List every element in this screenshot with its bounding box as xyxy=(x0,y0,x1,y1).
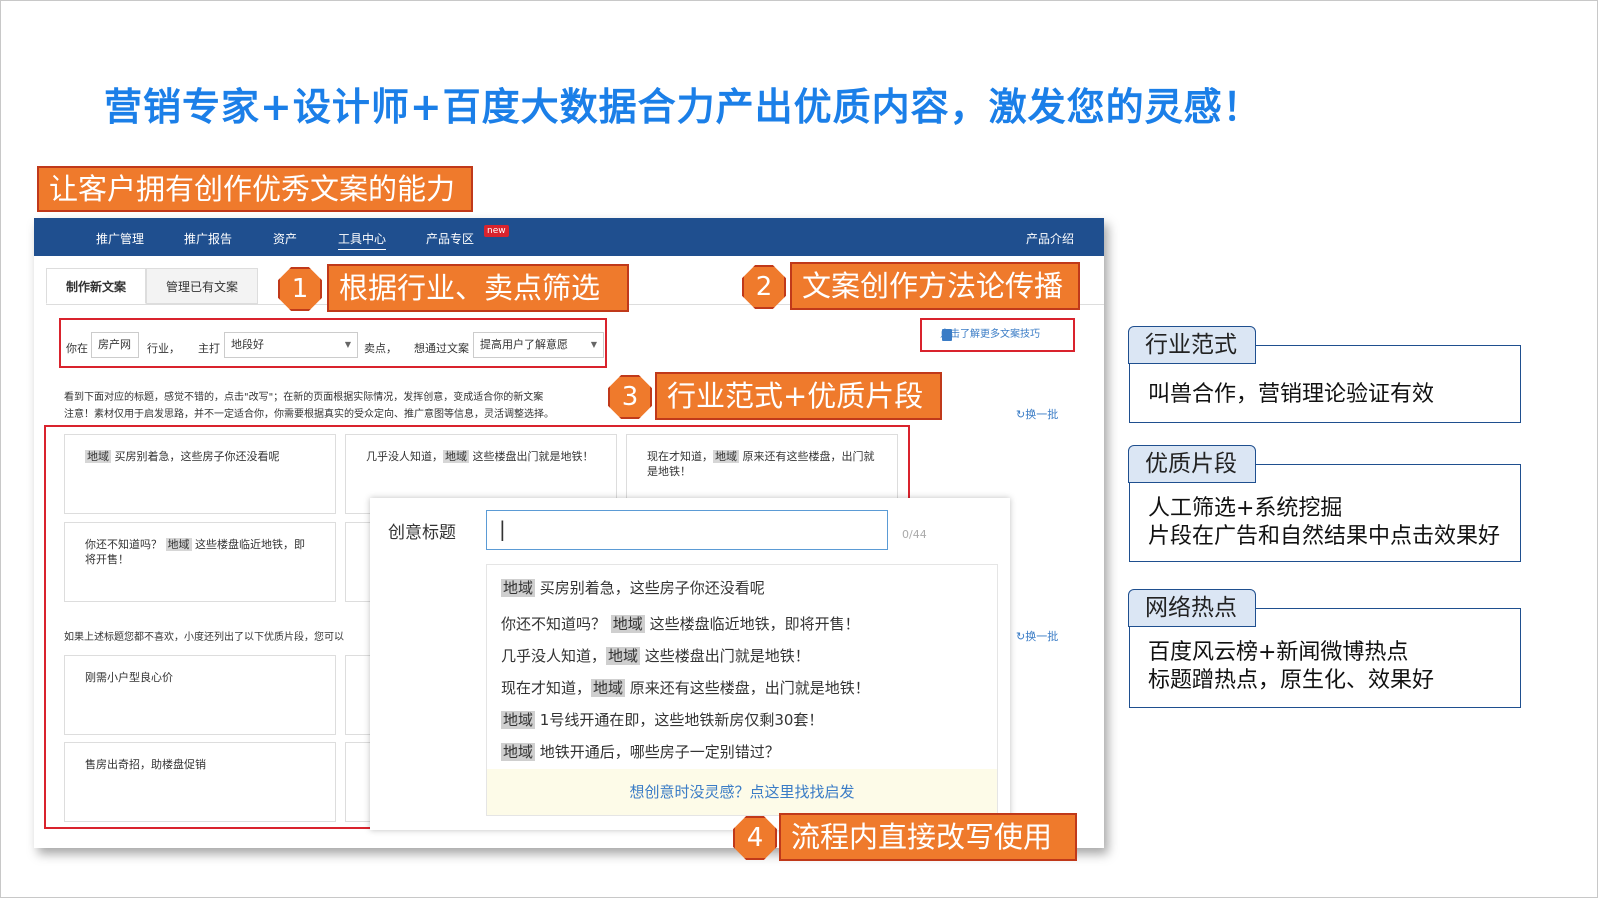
filter-prefix: 你在 xyxy=(66,342,88,355)
caret-down-icon: ▼ xyxy=(590,340,597,349)
nav-item-tools[interactable]: 工具中心 xyxy=(338,230,387,250)
card-pre: 现在才知道， xyxy=(647,450,713,463)
writing-tips-link[interactable]: 点击了解更多文案技巧 xyxy=(920,318,1075,352)
snippet-text: 刚需小户型良心价 xyxy=(85,671,173,684)
suggestion-item[interactable]: 你还不知道吗？ 地域 这些楼盘临近地铁，即将开售！ xyxy=(501,613,860,634)
snippet-card[interactable]: 售房出奇招，助楼盘促销 xyxy=(64,742,336,822)
filter-bar: 你在 房产网 行业， 主打 地段好 ▼ 卖点， 想通过文案 提高用户了解意愿 ▼ xyxy=(59,318,607,368)
book-icon xyxy=(942,329,952,341)
suggestion-item[interactable]: 现在才知道， 地域 原来还有这些楼盘，出门就是地铁！ xyxy=(501,677,870,698)
panel-title: 行业范式 xyxy=(1128,326,1256,364)
region-tag: 地域 xyxy=(443,450,469,463)
more-snippets-hint: 如果上述标题您都不喜欢，小度还列出了以下优质片段，您可以 xyxy=(64,632,344,643)
panel-hot-topics: 网络热点 百度风云榜+新闻微博热点 标题蹭热点，原生化、效果好 xyxy=(1128,589,1521,708)
slide-headline: 营销专家+设计师+百度大数据合力产出优质内容，激发您的灵感！ xyxy=(104,85,1262,129)
panel-line: 叫兽合作，营销理论验证有效 xyxy=(1148,382,1435,407)
panel-title: 优质片段 xyxy=(1128,445,1256,483)
refresh-label: 换一批 xyxy=(1025,408,1059,421)
caret-down-icon: ▼ xyxy=(344,340,351,349)
suggestion-list: 地域 买房别着急，这些房子你还没看呢 你还不知道吗？ 地域 这些楼盘临近地铁，即… xyxy=(486,564,998,816)
card-text: 这些楼盘出门就是地铁！ xyxy=(469,450,594,463)
snippet-card[interactable]: 刚需小户型良心价 xyxy=(64,655,336,735)
industry-suffix: 行业， xyxy=(147,342,180,355)
selling-label: 卖点， xyxy=(364,342,397,355)
region-tag: 地域 xyxy=(501,711,536,729)
refresh-icon: ↻ xyxy=(1016,630,1026,643)
hint-line-2: 注意！素材仅用于启发思路，并不一定适合你，你需要根据真实的受众定向、推广意图等信… xyxy=(64,409,554,420)
main-point-select[interactable]: 地段好 ▼ xyxy=(224,332,358,358)
suggestion-item[interactable]: 地域 地铁开通后，哪些房子一定别错过？ xyxy=(501,741,780,762)
new-badge: new xyxy=(484,225,509,237)
tab-create-new[interactable]: 制作新文案 xyxy=(46,268,146,304)
nav-item-assets[interactable]: 资产 xyxy=(273,230,297,247)
suggestion-item[interactable]: 地域 买房别着急，这些房子你还没看呢 xyxy=(501,577,765,598)
panel-title: 网络热点 xyxy=(1128,589,1256,627)
writing-tips-text: 点击了解更多文案技巧 xyxy=(940,329,1040,340)
creative-title-popup: 创意标题 | 0/44 地域 买房别着急，这些房子你还没看呢 你还不知道吗？ 地… xyxy=(370,498,1010,830)
nav-item-products[interactable]: 产品专区 xyxy=(426,230,474,247)
panel-industry-paradigm: 行业范式 叫兽合作，营销理论验证有效 xyxy=(1128,326,1521,423)
creative-title-input[interactable]: | xyxy=(486,510,888,550)
region-tag: 地域 xyxy=(713,450,739,463)
tab-manage-existing[interactable]: 管理已有文案 xyxy=(146,268,258,304)
callout-number: 1 xyxy=(278,267,322,311)
top-navbar: 推广管理 推广报告 资产 工具中心 产品专区 new 产品介绍 xyxy=(34,218,1104,256)
nav-product-intro[interactable]: 产品介绍 xyxy=(1026,230,1074,247)
region-tag: 地域 xyxy=(591,679,626,697)
main-point-value: 地段好 xyxy=(231,338,264,351)
region-tag: 地域 xyxy=(501,579,536,597)
callout-label: 根据行业、卖点筛选 xyxy=(327,264,629,312)
card-text: 买房别着急，这些房子你还没看呢 xyxy=(111,450,280,463)
region-tag: 地域 xyxy=(610,615,645,633)
goal-value: 提高用户了解意愿 xyxy=(480,338,568,351)
inspiration-link[interactable]: 想创意时没灵感？点这里找找启发 xyxy=(487,769,997,815)
region-tag: 地域 xyxy=(501,743,536,761)
card-pre: 几乎没人知道， xyxy=(366,450,443,463)
nav-item-report[interactable]: 推广报告 xyxy=(184,230,232,247)
callout-label: 文案创作方法论传播 xyxy=(790,262,1080,310)
suggestion-item[interactable]: 地域 1号线开通在即，这些地铁新房仅剩30套！ xyxy=(501,709,823,730)
refresh-batch-button[interactable]: ↻换一批 xyxy=(1016,628,1058,644)
panel-line: 标题蹭热点，原生化、效果好 xyxy=(1148,668,1435,693)
industry-input[interactable]: 房产网 xyxy=(91,332,139,358)
snippet-text: 售房出奇招，助楼盘促销 xyxy=(85,758,206,771)
region-tag: 地域 xyxy=(165,538,192,551)
suggestion-item[interactable]: 几乎没人知道， 地域 这些楼盘出门就是地铁！ xyxy=(501,645,810,666)
creative-title-label: 创意标题 xyxy=(388,523,456,543)
panel-line: 片段在广告和自然结果中点击效果好 xyxy=(1148,524,1501,549)
refresh-label: 换一批 xyxy=(1025,630,1059,643)
refresh-batch-button[interactable]: ↻换一批 xyxy=(1016,406,1058,422)
goal-label: 想通过文案 xyxy=(414,342,469,355)
main-label: 主打 xyxy=(198,342,220,355)
ability-tag: 让客户拥有创作优秀文案的能力 xyxy=(37,166,473,212)
char-count: 0/44 xyxy=(902,528,927,541)
panel-line: 百度风云榜+新闻微博热点 xyxy=(1148,640,1409,665)
nav-item-promotion[interactable]: 推广管理 xyxy=(96,230,144,247)
panel-quality-snippets: 优质片段 人工筛选+系统挖掘 片段在广告和自然结果中点击效果好 xyxy=(1128,445,1521,562)
goal-select[interactable]: 提高用户了解意愿 ▼ xyxy=(473,332,604,358)
refresh-icon: ↻ xyxy=(1016,408,1026,421)
hint-line-1: 看到下面对应的标题，感觉不错的，点击"改写"；在新的页面根据实际情况，发挥创意，… xyxy=(64,392,544,403)
region-tag: 地域 xyxy=(85,450,111,463)
card-pre: 你还不知道吗？ xyxy=(85,538,166,551)
title-card[interactable]: 你还不知道吗？ 地域 这些楼盘临近地铁，即将开售！ xyxy=(64,522,336,602)
title-card[interactable]: 地域 买房别着急，这些房子你还没看呢 xyxy=(64,434,336,514)
callout-label: 行业范式+优质片段 xyxy=(655,372,942,420)
panel-line: 人工筛选+系统挖掘 xyxy=(1148,496,1343,521)
region-tag: 地域 xyxy=(606,647,641,665)
callout-label: 流程内直接改写使用 xyxy=(779,813,1077,861)
